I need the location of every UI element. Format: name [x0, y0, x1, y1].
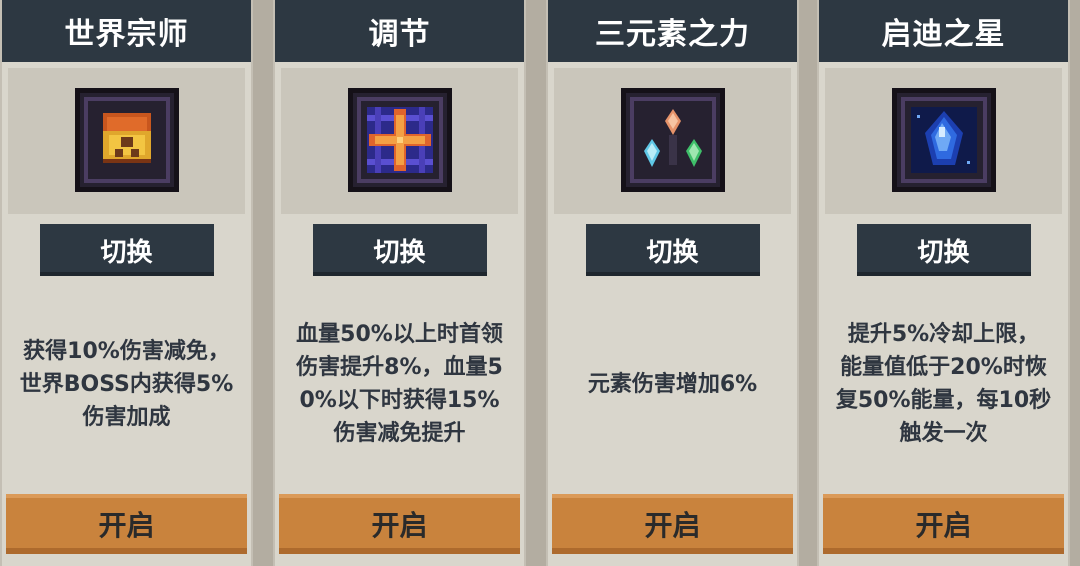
- description-line: 血量50%以上时首领: [296, 322, 503, 347]
- card-title: 调节: [275, 0, 524, 62]
- card-description: 元素伤害增加6%: [548, 284, 797, 484]
- description-line: 伤害加成: [82, 404, 171, 430]
- description-line: 伤害提升8%，血量5: [296, 355, 503, 380]
- icon-panel: [281, 68, 518, 214]
- card-description: 血量50%以上时首领 伤害提升8%，血量5 0%以下时获得15% 伤害减免提升: [275, 284, 524, 484]
- card-title: 启迪之星: [819, 0, 1068, 62]
- icon-panel: [554, 68, 791, 214]
- description-line: 能量值低于20%时恢: [840, 355, 1047, 380]
- icon-panel: [8, 68, 245, 214]
- switch-button[interactable]: 切换: [39, 224, 214, 276]
- triple-crystal-icon: [620, 88, 725, 192]
- switch-button[interactable]: 切换: [312, 224, 487, 276]
- description-line: 元素伤害增加6%: [587, 371, 758, 397]
- open-button[interactable]: 开启: [279, 494, 520, 554]
- switch-button[interactable]: 切换: [585, 224, 760, 276]
- description-line: 世界BOSS内获得5%: [19, 371, 234, 397]
- talent-card-world-master: 世界宗师 切换 获得10%伤害减免， 世界BOSS内获得5% 伤害加成 开启: [0, 0, 253, 566]
- switch-button[interactable]: 切换: [856, 224, 1031, 276]
- card-description: 获得10%伤害减免， 世界BOSS内获得5% 伤害加成: [2, 284, 251, 484]
- open-button[interactable]: 开启: [552, 494, 793, 554]
- open-button[interactable]: 开启: [6, 494, 247, 554]
- cross-star-icon: [347, 88, 452, 192]
- description-line: 提升5%冷却上限，: [847, 322, 1040, 347]
- description-line: 复50%能量，每10秒: [835, 388, 1052, 413]
- chest-gem-icon: [74, 88, 179, 192]
- talent-card-three-elements: 三元素之力 切换 元素伤害增加6% 开启: [546, 0, 799, 566]
- card-title: 世界宗师: [2, 0, 251, 62]
- talent-card-adjust: 调节 切换 血量50%以上时首领 伤害提升8%，血量5 0%以下时获得15% 伤…: [273, 0, 526, 566]
- blue-star-gem-icon: [891, 88, 996, 192]
- description-line: 伤害减免提升: [333, 421, 466, 446]
- card-description: 提升5%冷却上限， 能量值低于20%时恢 复50%能量，每10秒 触发一次: [819, 284, 1068, 484]
- description-line: 获得10%伤害减免，: [23, 338, 230, 364]
- description-line: 触发一次: [899, 421, 988, 446]
- open-button[interactable]: 开启: [823, 494, 1064, 554]
- icon-panel: [825, 68, 1062, 214]
- card-title: 三元素之力: [548, 0, 797, 62]
- talent-card-enlighten-star: 启迪之星 切换 提升5%冷却上限， 能量值低于20%时恢 复50%能量，每10秒…: [817, 0, 1070, 566]
- description-line: 0%以下时获得15%: [299, 388, 500, 413]
